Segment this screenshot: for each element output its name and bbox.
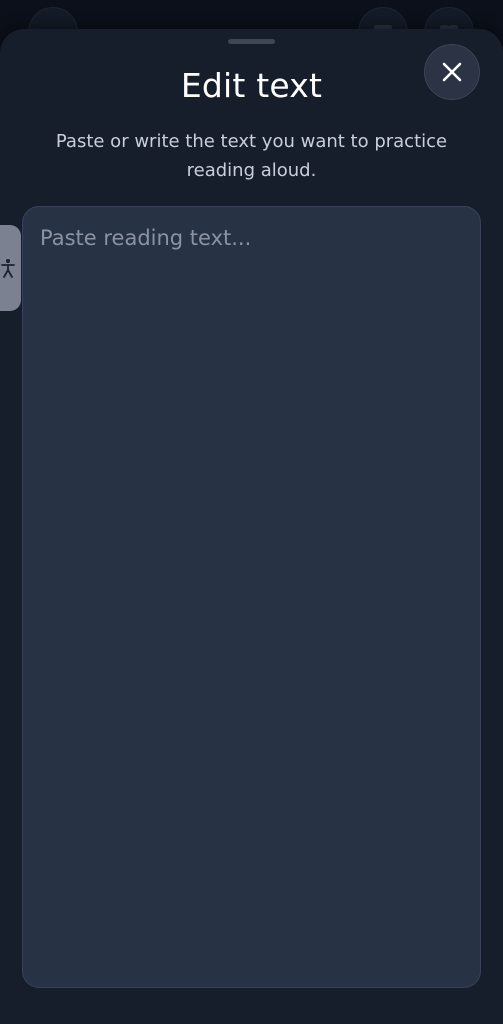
sheet-grab-handle[interactable] [228,39,275,44]
accessibility-person-icon [0,259,15,278]
edit-text-sheet: Edit text Paste or write the text you wa… [0,29,503,1024]
reading-text-field [22,206,481,988]
reading-text-input[interactable] [23,207,480,987]
sheet-subtitle: Paste or write the text you want to prac… [55,131,448,181]
sheet-title: Edit text [180,66,323,105]
accessibility-tab[interactable] [0,225,21,311]
